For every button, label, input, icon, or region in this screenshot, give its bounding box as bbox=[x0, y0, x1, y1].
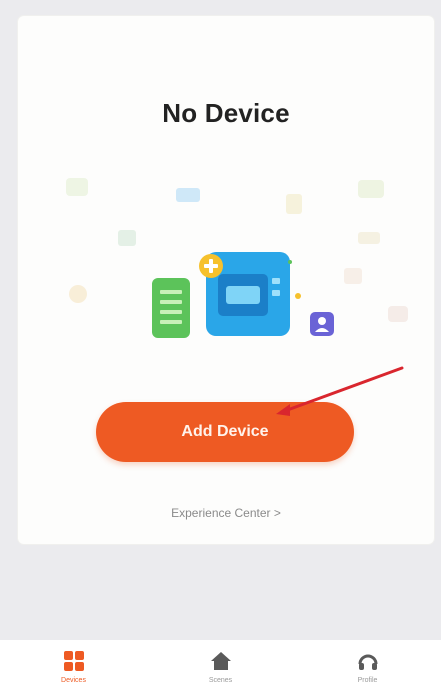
accent-dot bbox=[295, 293, 301, 299]
empty-state-card: No Device Add Device Experience Center > bbox=[18, 16, 434, 544]
green-device-line bbox=[160, 310, 182, 314]
page-title: No Device bbox=[162, 98, 290, 128]
tab-label: Devices bbox=[61, 677, 86, 684]
no-device-illustration bbox=[66, 178, 408, 338]
home-icon bbox=[210, 652, 231, 670]
green-device-line bbox=[160, 290, 182, 294]
faint-bg-icon bbox=[358, 180, 384, 198]
accent-dot bbox=[288, 260, 292, 264]
faint-bg-icon bbox=[286, 194, 302, 214]
blue-device-button bbox=[272, 278, 280, 284]
faint-bg-icon bbox=[118, 230, 136, 246]
green-device-line bbox=[160, 300, 182, 304]
green-device-line bbox=[160, 320, 182, 324]
tab-devices[interactable]: Devices bbox=[0, 640, 147, 694]
headset-icon bbox=[358, 654, 377, 670]
grid-icon bbox=[63, 651, 84, 671]
tab-label: Profile bbox=[357, 677, 378, 684]
user-badge-head bbox=[318, 317, 326, 325]
faint-bg-icon bbox=[344, 268, 362, 284]
add-device-button[interactable]: Add Device bbox=[96, 402, 354, 462]
tab-label: Scenes bbox=[208, 677, 233, 684]
faint-bg-icon bbox=[66, 178, 88, 196]
faint-bg-icon bbox=[388, 306, 408, 322]
app-screen: No Device Add Device Experience Center >… bbox=[0, 0, 441, 694]
tab-profile[interactable]: Profile bbox=[294, 640, 441, 694]
faint-bg-icon bbox=[69, 285, 87, 303]
faint-bg-icon bbox=[176, 188, 200, 202]
blue-device-button bbox=[272, 290, 280, 296]
bottom-tab-bar: Devices Scenes Profile bbox=[0, 640, 441, 694]
experience-center-link[interactable]: Experience Center > bbox=[18, 506, 434, 520]
plus-badge-bar bbox=[209, 259, 213, 273]
green-device-icon bbox=[152, 278, 190, 338]
tab-scenes[interactable]: Scenes bbox=[147, 640, 294, 694]
faint-bg-icon bbox=[358, 232, 380, 244]
blue-device-screen-inner bbox=[226, 286, 260, 304]
